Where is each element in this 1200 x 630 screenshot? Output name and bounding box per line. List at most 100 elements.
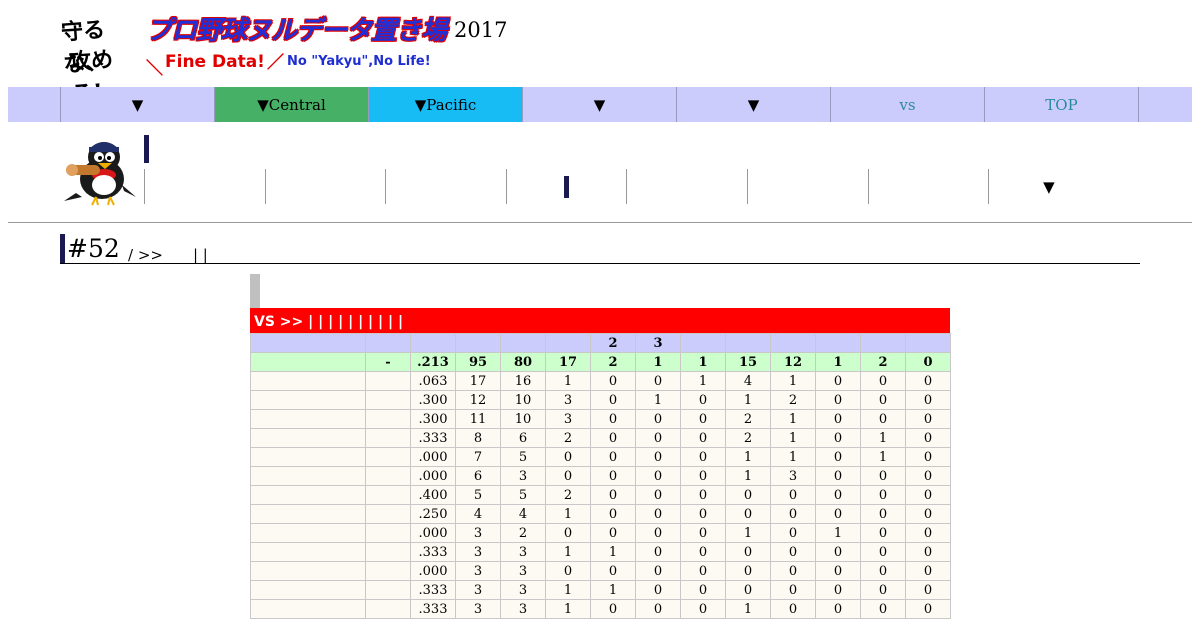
subnav-item-7[interactable]: [867, 169, 989, 204]
subnav-item-dropdown[interactable]: ▼: [988, 169, 1109, 204]
table-cell: 0: [770, 561, 816, 581]
table-cell: 0: [860, 542, 906, 562]
table-cell: 12: [455, 390, 501, 410]
table-row: .000 3 2 0 0 0 0 1 0 1 0 0: [250, 523, 951, 543]
table-cell: [250, 580, 366, 600]
table-cell: [365, 333, 411, 353]
table-cell: 0: [635, 599, 681, 619]
breadcrumb[interactable]: / >> | |: [128, 244, 208, 265]
table-cell: 3: [500, 466, 546, 486]
table-cell: 0: [680, 485, 726, 505]
table-row: .250 4 4 1 0 0 0 0 0 0 0 0: [250, 504, 951, 524]
table-cell: 0: [815, 409, 861, 429]
table-cell: .300: [410, 390, 456, 410]
table-cell: [365, 561, 411, 581]
table-cell: 1: [545, 580, 591, 600]
stats-table-title: VS >> | | | | | | | | | |: [250, 308, 950, 334]
table-cell: 0: [680, 390, 726, 410]
table-cell: 0: [905, 371, 951, 391]
table-cell: 0: [545, 561, 591, 581]
table-cell: 2: [770, 390, 816, 410]
table-cell: 1: [545, 542, 591, 562]
table-cell: 0: [680, 409, 726, 429]
table-cell: 5: [500, 447, 546, 467]
nav-item-dropdown-5[interactable]: ▼: [676, 87, 830, 122]
table-cell: 6: [500, 428, 546, 448]
nav-item-central[interactable]: ▼Central: [214, 87, 368, 122]
nav-item-dropdown-4[interactable]: ▼: [522, 87, 676, 122]
subnav-active-marker: [564, 175, 570, 198]
table-cell: 2: [725, 409, 771, 429]
table-cell: 0: [680, 542, 726, 562]
table-cell: 12: [770, 352, 816, 372]
table-cell: 0: [860, 371, 906, 391]
nav-item-dropdown-1[interactable]: ▼: [60, 87, 214, 122]
table-cell: 17: [545, 352, 591, 372]
subnav-item-5[interactable]: [626, 169, 747, 204]
table-cell: 0: [635, 371, 681, 391]
table-cell: [250, 466, 366, 486]
table-cell: 0: [905, 409, 951, 429]
table-cell: 1: [815, 523, 861, 543]
table-cell: .400: [410, 485, 456, 505]
stats-table: 2 3- .213 95 80 17 2 1 1 15 12 1 2 0.063 17 16 1 0 0 1 4 1 0 0 0…: [250, 333, 951, 619]
subnav-item-1[interactable]: [144, 169, 265, 204]
table-cell: 2: [860, 352, 906, 372]
subtitle-fine-data: Fine Data!: [165, 52, 265, 72]
table-cell: 0: [590, 390, 636, 410]
table-cell: 0: [815, 561, 861, 581]
table-cell: 1: [545, 504, 591, 524]
table-cell: .213: [410, 352, 456, 372]
table-cell: [905, 333, 951, 353]
table-cell: [250, 485, 366, 505]
table-cell: 0: [905, 428, 951, 448]
table-cell: 0: [635, 485, 681, 505]
table-cell: 0: [815, 428, 861, 448]
section-marker: [250, 274, 260, 308]
table-cell: 1: [725, 599, 771, 619]
subnav-item-3[interactable]: [385, 169, 506, 204]
table-cell: 0: [815, 466, 861, 486]
table-cell: [365, 542, 411, 562]
table-cell: 17: [455, 371, 501, 391]
table-cell: 0: [860, 580, 906, 600]
nav-item-vs[interactable]: vs: [830, 87, 984, 122]
table-cell: 5: [455, 485, 501, 505]
table-cell: 1: [860, 428, 906, 448]
table-cell: .063: [410, 371, 456, 391]
subnav-item-6[interactable]: [746, 169, 868, 204]
nav-item-top[interactable]: TOP: [984, 87, 1138, 122]
table-cell: 3: [455, 561, 501, 581]
table-cell: 1: [680, 371, 726, 391]
table-cell: [250, 542, 366, 562]
table-cell: 3: [500, 580, 546, 600]
table-cell: 7: [455, 447, 501, 467]
table-cell: 0: [905, 352, 951, 372]
table-row: .333 8 6 2 0 0 0 2 1 0 1 0: [250, 428, 951, 448]
table-cell: 1: [860, 447, 906, 467]
table-cell: 0: [590, 599, 636, 619]
table-cell: 0: [815, 504, 861, 524]
table-cell: 0: [680, 447, 726, 467]
site-title[interactable]: プロ野球ヌルデータ置き場: [146, 10, 447, 47]
table-cell: 3: [500, 599, 546, 619]
table-cell: 0: [725, 580, 771, 600]
subnav-item-2[interactable]: [264, 169, 386, 204]
table-cell: 4: [725, 371, 771, 391]
table-cell: 0: [770, 580, 816, 600]
table-cell: -: [365, 352, 411, 372]
table-cell: 95: [455, 352, 501, 372]
table-cell: 4: [500, 504, 546, 524]
table-cell: 1: [725, 447, 771, 467]
table-row: .000 6 3 0 0 0 0 1 3 0 0 0: [250, 466, 951, 486]
subnav-item-4[interactable]: [505, 169, 627, 204]
table-cell: 1: [590, 542, 636, 562]
table-cell: 3: [455, 580, 501, 600]
table-cell: 1: [545, 371, 591, 391]
nav-item-pacific[interactable]: ▼Pacific: [368, 87, 522, 122]
main-nav: ▼ ▼Central ▼Pacific ▼ ▼ vs TOP: [8, 87, 1192, 122]
table-cell: [250, 371, 366, 391]
table-cell: 0: [725, 485, 771, 505]
table-cell: 0: [590, 485, 636, 505]
table-cell: 1: [815, 352, 861, 372]
